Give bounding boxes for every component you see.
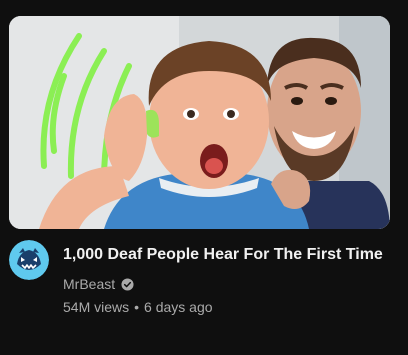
video-stats: 54M views • 6 days ago bbox=[63, 297, 393, 317]
video-title[interactable]: 1,000 Deaf People Hear For The First Tim… bbox=[63, 244, 393, 266]
video-card[interactable]: 1,000 Deaf People Hear For The First Tim… bbox=[0, 0, 408, 355]
video-thumbnail[interactable] bbox=[9, 16, 390, 229]
verified-check-icon bbox=[121, 277, 134, 291]
channel-avatar[interactable] bbox=[9, 240, 49, 280]
view-count: 54M views bbox=[63, 299, 130, 315]
channel-row: MrBeast bbox=[63, 274, 393, 294]
thumbnail-image bbox=[9, 16, 390, 229]
video-metadata: 1,000 Deaf People Hear For The First Tim… bbox=[63, 244, 393, 317]
separator-dot: • bbox=[134, 299, 140, 315]
upload-age: 6 days ago bbox=[144, 299, 213, 315]
channel-name[interactable]: MrBeast bbox=[63, 274, 115, 294]
mrbeast-logo-icon bbox=[9, 240, 49, 280]
